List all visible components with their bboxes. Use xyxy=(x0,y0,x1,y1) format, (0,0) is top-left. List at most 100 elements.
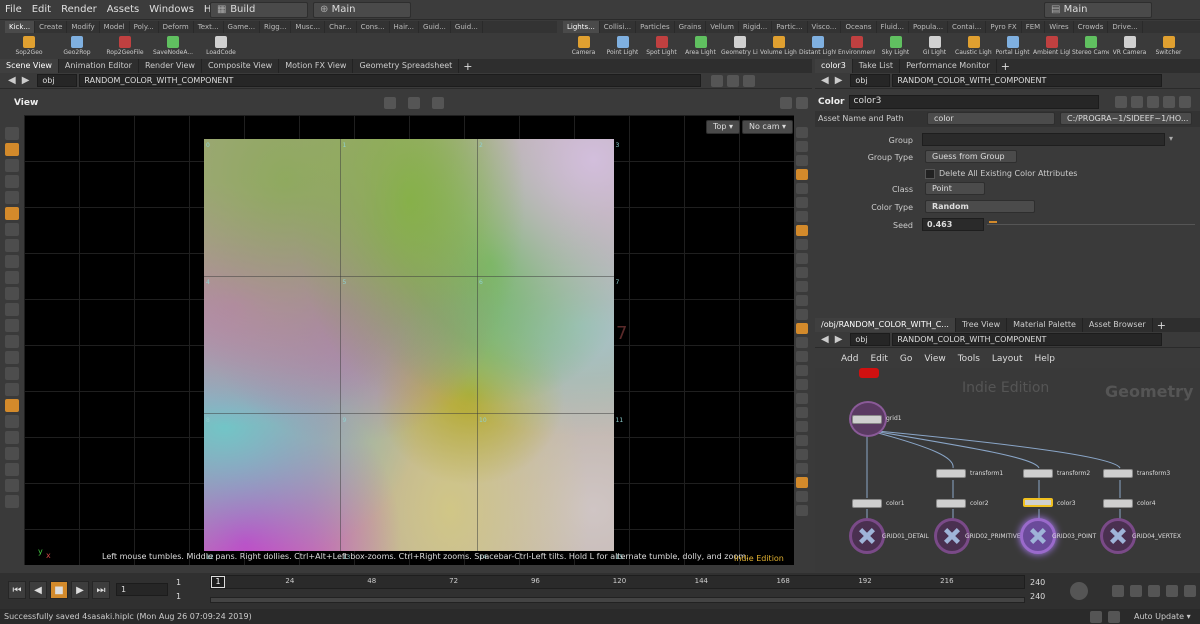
shelf-tool[interactable]: Geometry Light xyxy=(721,36,758,56)
shelf-tab[interactable]: Wires xyxy=(1045,21,1074,33)
network-menu-item[interactable]: Edit xyxy=(870,354,887,364)
right-tool-icon[interactable] xyxy=(796,421,808,432)
link-icon[interactable] xyxy=(727,74,740,87)
shelf-tab[interactable]: Modify xyxy=(67,21,100,33)
shelf-tab[interactable]: Popula... xyxy=(909,21,949,33)
right-tool-icon[interactable] xyxy=(796,253,808,264)
pane-tab[interactable]: Performance Monitor xyxy=(900,59,997,73)
right-tool-icon[interactable] xyxy=(796,267,808,278)
right-tool-icon[interactable] xyxy=(796,463,808,474)
shelf-tool[interactable]: Sop2Geo xyxy=(7,36,51,56)
shelf-tool[interactable]: Stereo Camera xyxy=(1072,36,1109,56)
auto-update-dropdown[interactable]: Auto Update ▾ xyxy=(1134,609,1191,624)
left-tool-icon[interactable] xyxy=(5,495,19,508)
grid01-detail-node[interactable] xyxy=(849,518,885,554)
menu-file[interactable]: File xyxy=(0,0,27,20)
shelf-tab[interactable]: Create xyxy=(35,21,68,33)
menu-render[interactable]: Render xyxy=(56,0,102,20)
pane-tab[interactable]: Material Palette xyxy=(1007,318,1083,332)
camera-dropdown[interactable]: No cam ▾ xyxy=(742,120,794,134)
right-tool-icon[interactable] xyxy=(796,393,808,404)
shelf-tool[interactable]: Spot Light xyxy=(643,36,680,56)
view-dropdown[interactable]: Top ▾ xyxy=(706,120,741,134)
handle-tool-icon[interactable] xyxy=(432,97,444,109)
info-icon[interactable] xyxy=(1163,96,1175,108)
pin-icon[interactable] xyxy=(711,74,724,87)
select-tool-icon[interactable] xyxy=(384,97,396,109)
shelf-tab[interactable]: Text... xyxy=(194,21,224,33)
seed-slider-track[interactable] xyxy=(987,224,1195,225)
pane-tab[interactable]: Geometry Spreadsheet xyxy=(353,59,460,73)
shelf-tool[interactable]: VR Camera xyxy=(1111,36,1148,56)
forward-arrow-icon[interactable]: ▶ xyxy=(835,334,843,345)
play-button[interactable]: ▶ xyxy=(71,581,89,599)
notification-icon[interactable] xyxy=(1108,611,1120,623)
add-tab-icon[interactable]: + xyxy=(463,60,472,73)
pane-tab[interactable]: Scene View xyxy=(0,59,59,73)
shelf-tab[interactable]: Pyro FX xyxy=(986,21,1022,33)
left-tool-icon[interactable] xyxy=(5,271,19,284)
shelf-tab[interactable]: Rigg... xyxy=(260,21,292,33)
path-node[interactable]: RANDOM_COLOR_WITH_COMPONENT xyxy=(79,74,702,87)
context-dropdown[interactable]: ⊕ Main xyxy=(313,2,411,18)
shelf-tab[interactable]: Particles xyxy=(636,21,675,33)
right-tool-icon[interactable] xyxy=(796,365,808,376)
left-tool-icon[interactable] xyxy=(5,143,19,156)
path-node[interactable]: RANDOM_COLOR_WITH_COMPONENT xyxy=(892,333,1163,346)
forward-arrow-icon[interactable]: ▶ xyxy=(22,75,30,86)
shelf-tab[interactable]: Drive... xyxy=(1108,21,1143,33)
shelf-tool[interactable]: Rop2GeoFile xyxy=(103,36,147,56)
shelf-tab[interactable]: Crowds xyxy=(1074,21,1109,33)
left-tool-icon[interactable] xyxy=(5,479,19,492)
color-type-dropdown[interactable]: Random xyxy=(925,200,1035,213)
left-tool-icon[interactable] xyxy=(5,127,19,140)
network-menu-item[interactable]: Help xyxy=(1035,354,1056,364)
shelf-tool[interactable]: LoadCode xyxy=(199,36,243,56)
left-tool-icon[interactable] xyxy=(5,399,19,412)
shelf-tool[interactable]: Switcher xyxy=(1150,36,1187,56)
path-obj[interactable]: obj xyxy=(850,74,891,87)
shelf-tool[interactable]: Ambient Light xyxy=(1033,36,1070,56)
back-arrow-icon[interactable]: ◀ xyxy=(821,334,829,345)
right-tool-icon[interactable] xyxy=(796,183,808,194)
grid03-point-node[interactable] xyxy=(1020,518,1056,554)
start-frame-2[interactable]: 1 xyxy=(176,592,181,601)
shelf-tab[interactable]: Guid... xyxy=(419,21,451,33)
sim-icon[interactable] xyxy=(1166,585,1178,597)
display-icon[interactable] xyxy=(780,97,792,109)
realtime-icon[interactable] xyxy=(1112,585,1124,597)
shelf-tool[interactable]: Distant Light xyxy=(799,36,836,56)
shelf-tab[interactable]: Guid... xyxy=(451,21,483,33)
right-tool-icon[interactable] xyxy=(796,197,808,208)
frame-marker[interactable]: 1 xyxy=(211,576,225,588)
color1-node[interactable] xyxy=(852,499,882,508)
right-tool-icon[interactable] xyxy=(796,141,808,152)
right-tool-icon[interactable] xyxy=(796,323,808,334)
shelf-tab[interactable]: Rigid... xyxy=(739,21,773,33)
close-icon[interactable] xyxy=(796,97,808,109)
network-editor[interactable]: Indie Edition Geometry grid1 transform1 … xyxy=(815,368,1200,572)
shelf-tab[interactable]: Cons... xyxy=(357,21,390,33)
seed-slider-handle[interactable] xyxy=(989,221,997,223)
menu-windows[interactable]: Windows xyxy=(144,0,199,20)
asset-path-dropdown[interactable]: C:/PROGRA~1/SIDEEF~1/HO... xyxy=(1060,112,1192,125)
shelf-tool[interactable]: Geo2Rop xyxy=(55,36,99,56)
group-type-dropdown[interactable]: Guess from Group xyxy=(925,150,1017,163)
left-tool-icon[interactable] xyxy=(5,303,19,316)
left-tool-icon[interactable] xyxy=(5,207,19,220)
key-icon[interactable] xyxy=(1070,582,1088,600)
network-menu-item[interactable]: Add xyxy=(841,354,858,364)
timeline-ruler[interactable]: 1 24 48 72 96 120 144 168 192 216 xyxy=(210,575,1025,589)
shelf-tool[interactable]: Camera xyxy=(565,36,602,56)
right-tool-icon[interactable] xyxy=(796,505,808,516)
shelf-tool[interactable]: GI Light xyxy=(916,36,953,56)
delete-attrs-checkbox[interactable] xyxy=(925,169,935,179)
left-tool-icon[interactable] xyxy=(5,415,19,428)
left-tool-icon[interactable] xyxy=(5,255,19,268)
viewport-3d[interactable]: 0 1 2 3 4 5 6 7 8 9 10 11 12 13 14 15 7 Top ▾ No cam ▾ … xyxy=(24,115,794,565)
pane-tab[interactable]: Composite View xyxy=(202,59,280,73)
left-tool-icon[interactable] xyxy=(5,287,19,300)
shelf-tab[interactable]: Contai... xyxy=(948,21,987,33)
right-tool-icon[interactable] xyxy=(796,477,808,488)
right-tool-icon[interactable] xyxy=(796,435,808,446)
